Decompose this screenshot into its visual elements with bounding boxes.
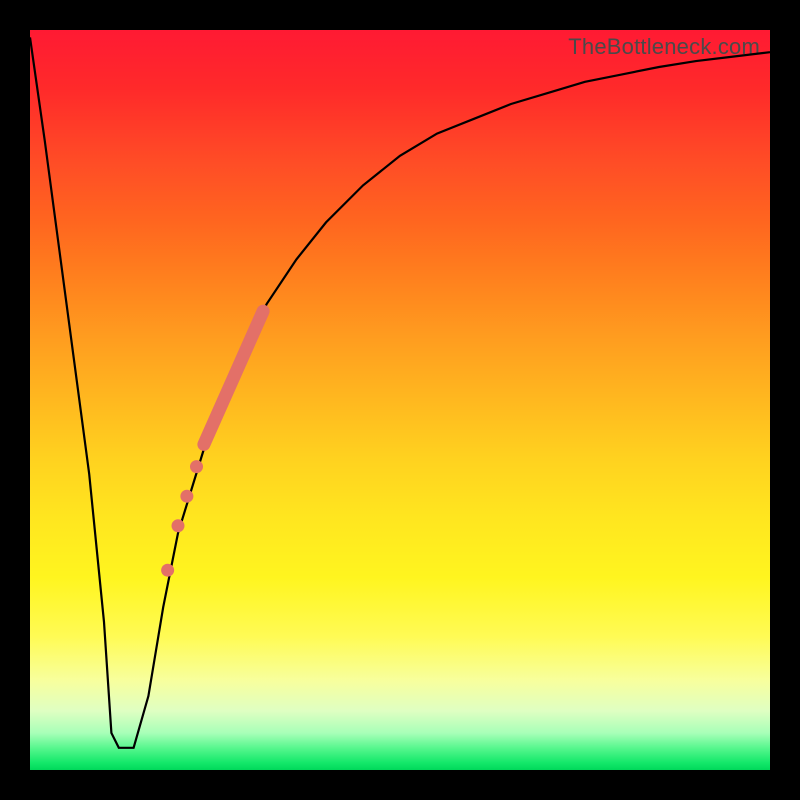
highlight-bar (204, 311, 263, 444)
plot-area: TheBottleneck.com (30, 30, 770, 770)
highlight-dot (172, 519, 185, 532)
chart-frame: TheBottleneck.com (0, 0, 800, 800)
highlight-dot (180, 490, 193, 503)
bottleneck-curve (30, 37, 770, 747)
highlight-dot (190, 460, 203, 473)
highlight-dot (161, 564, 174, 577)
chart-svg (30, 30, 770, 770)
